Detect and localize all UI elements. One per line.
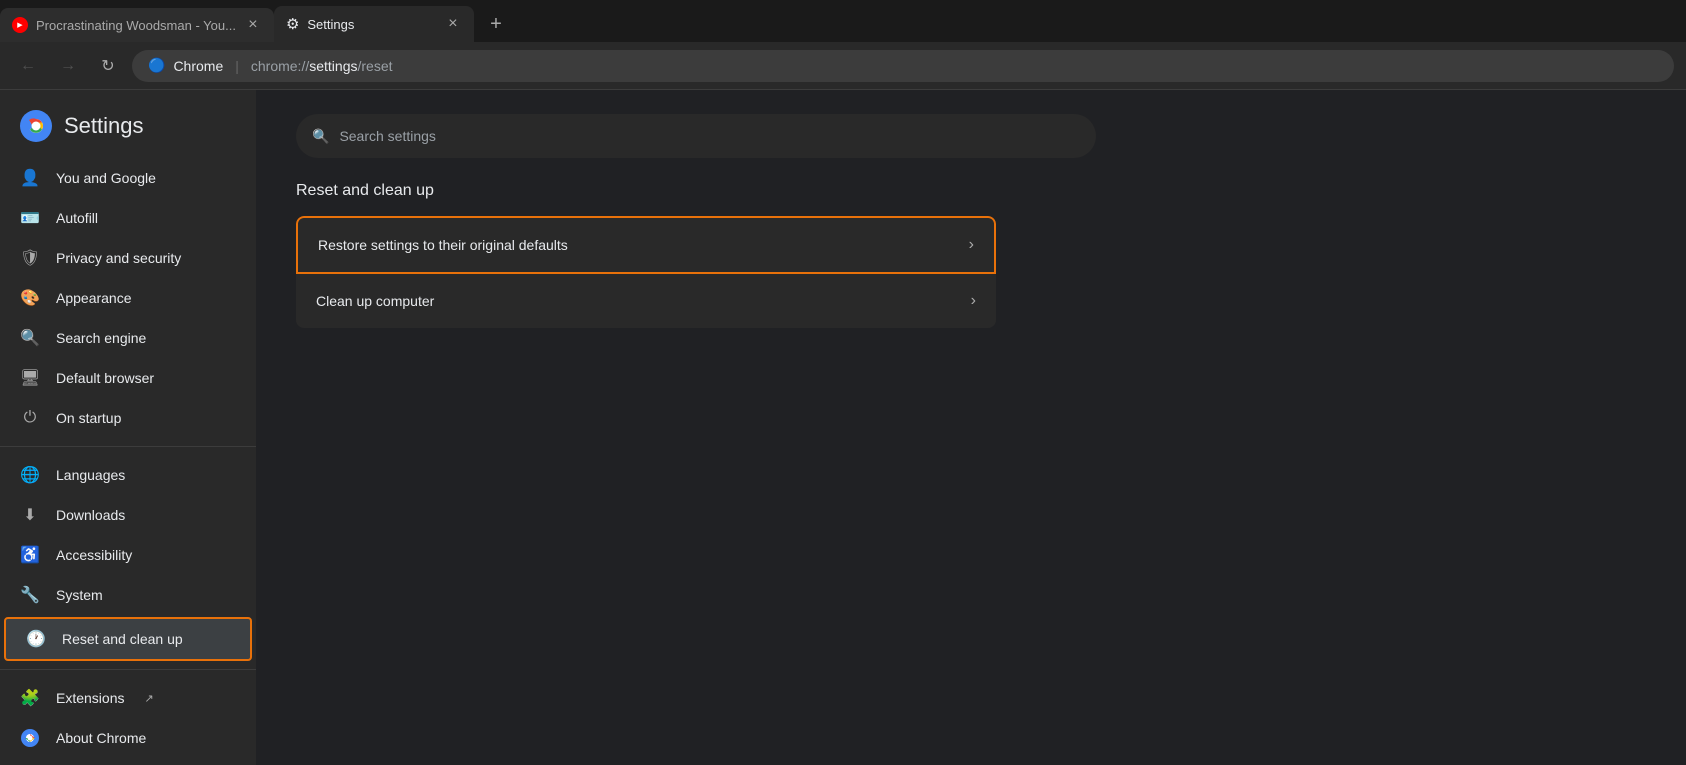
forward-button[interactable]: → — [52, 50, 84, 82]
main-layout: Settings 👤 You and Google 🪪 Autofill 🛡 P… — [0, 90, 1686, 765]
tab-bar: Procrastinating Woodsman - You... × ⚙ Se… — [0, 0, 1686, 42]
reload-button[interactable]: ↻ — [92, 50, 124, 82]
url-text: chrome://settings/reset — [251, 58, 393, 74]
sidebar-label-default-browser: Default browser — [56, 370, 154, 386]
sidebar-item-default-browser[interactable]: 🖥 Default browser — [0, 358, 256, 398]
sidebar-label-downloads: Downloads — [56, 507, 125, 523]
sidebar-label-search-engine: Search engine — [56, 330, 146, 346]
puzzle-icon: 🧩 — [20, 688, 40, 708]
sidebar-label-you-and-google: You and Google — [56, 170, 156, 186]
sidebar-item-about[interactable]: About Chrome — [0, 718, 256, 758]
nav-divider-2 — [0, 669, 256, 670]
sidebar-label-system: System — [56, 587, 103, 603]
restore-defaults-row[interactable]: Restore settings to their original defau… — [296, 216, 996, 274]
palette-icon: 🎨 — [20, 288, 40, 308]
sidebar-item-languages[interactable]: 🌐 Languages — [0, 455, 256, 495]
tab-settings-label: Settings — [307, 17, 354, 32]
search-bar[interactable]: 🔍 — [296, 114, 1096, 158]
accessibility-icon: ♿ — [20, 545, 40, 565]
sidebar-item-system[interactable]: 🔧 System — [0, 575, 256, 615]
sidebar-item-autofill[interactable]: 🪪 Autofill — [0, 198, 256, 238]
browser-icon: 🖥 — [20, 368, 40, 388]
clean-up-computer-chevron: › — [971, 292, 976, 310]
url-separator: | — [235, 58, 239, 74]
sidebar-item-privacy[interactable]: 🛡 Privacy and security — [0, 238, 256, 278]
sidebar-item-appearance[interactable]: 🎨 Appearance — [0, 278, 256, 318]
content-area: 🔍 Reset and clean up Restore settings to… — [256, 90, 1686, 765]
person-icon: 👤 — [20, 168, 40, 188]
clean-up-computer-label: Clean up computer — [316, 293, 434, 309]
wrench-icon: 🔧 — [20, 585, 40, 605]
address-bar: ← → ↻ 🔵 Chrome | chrome://settings/reset — [0, 42, 1686, 90]
new-tab-button[interactable]: + — [482, 10, 510, 38]
globe-icon: 🌐 — [20, 465, 40, 485]
section-title: Reset and clean up — [296, 182, 1646, 200]
search-input[interactable] — [339, 128, 1080, 144]
tab-youtube-close[interactable]: × — [244, 16, 262, 34]
settings-card: Restore settings to their original defau… — [296, 216, 996, 328]
sidebar-item-extensions[interactable]: 🧩 Extensions ↗ — [0, 678, 256, 718]
sidebar: Settings 👤 You and Google 🪪 Autofill 🛡 P… — [0, 90, 256, 765]
sidebar-label-extensions: Extensions — [56, 690, 124, 706]
sidebar-label-about: About Chrome — [56, 730, 146, 746]
sidebar-item-search-engine[interactable]: 🔍 Search engine — [0, 318, 256, 358]
site-name: Chrome — [173, 58, 223, 74]
tab-settings-close[interactable]: × — [444, 15, 462, 33]
sidebar-label-accessibility: Accessibility — [56, 547, 132, 563]
external-link-icon: ↗ — [144, 692, 153, 705]
sidebar-label-privacy: Privacy and security — [56, 250, 181, 266]
tab-youtube-label: Procrastinating Woodsman - You... — [36, 18, 236, 33]
tab-youtube[interactable]: Procrastinating Woodsman - You... × — [0, 8, 274, 42]
sidebar-item-on-startup[interactable]: ⏻ On startup — [0, 398, 256, 438]
sidebar-label-languages: Languages — [56, 467, 125, 483]
reset-icon: 🕐 — [26, 629, 46, 649]
restore-defaults-label: Restore settings to their original defau… — [318, 237, 568, 253]
search-icon: 🔍 — [20, 328, 40, 348]
card-icon: 🪪 — [20, 208, 40, 228]
nav-divider-1 — [0, 446, 256, 447]
restore-defaults-chevron: › — [969, 236, 974, 254]
sidebar-item-downloads[interactable]: ⬇ Downloads — [0, 495, 256, 535]
chrome-icon — [20, 728, 40, 748]
sidebar-item-reset[interactable]: 🕐 Reset and clean up — [4, 617, 252, 661]
clean-up-computer-row[interactable]: Clean up computer › — [296, 274, 996, 328]
shield-icon: 🛡 — [20, 248, 40, 268]
settings-page-title: Settings — [64, 113, 144, 139]
search-icon-content: 🔍 — [312, 128, 329, 145]
header-area: 🔍 — [296, 114, 1646, 158]
tab-settings[interactable]: ⚙ Settings × — [274, 6, 474, 42]
sidebar-label-appearance: Appearance — [56, 290, 132, 306]
sidebar-label-reset: Reset and clean up — [62, 631, 183, 647]
url-bar[interactable]: 🔵 Chrome | chrome://settings/reset — [132, 50, 1674, 82]
search-container: 🔍 — [296, 114, 1096, 158]
download-icon: ⬇ — [20, 505, 40, 525]
sidebar-label-autofill: Autofill — [56, 210, 98, 226]
back-button[interactable]: ← — [12, 50, 44, 82]
sidebar-item-accessibility[interactable]: ♿ Accessibility — [0, 535, 256, 575]
site-icon: 🔵 — [148, 57, 165, 74]
sidebar-item-you-and-google[interactable]: 👤 You and Google — [0, 158, 256, 198]
power-icon: ⏻ — [20, 408, 40, 428]
youtube-favicon — [12, 17, 28, 33]
gear-icon-tab: ⚙ — [286, 15, 299, 33]
settings-header: Settings — [0, 98, 256, 158]
sidebar-label-on-startup: On startup — [56, 410, 121, 426]
chrome-logo — [20, 110, 52, 142]
